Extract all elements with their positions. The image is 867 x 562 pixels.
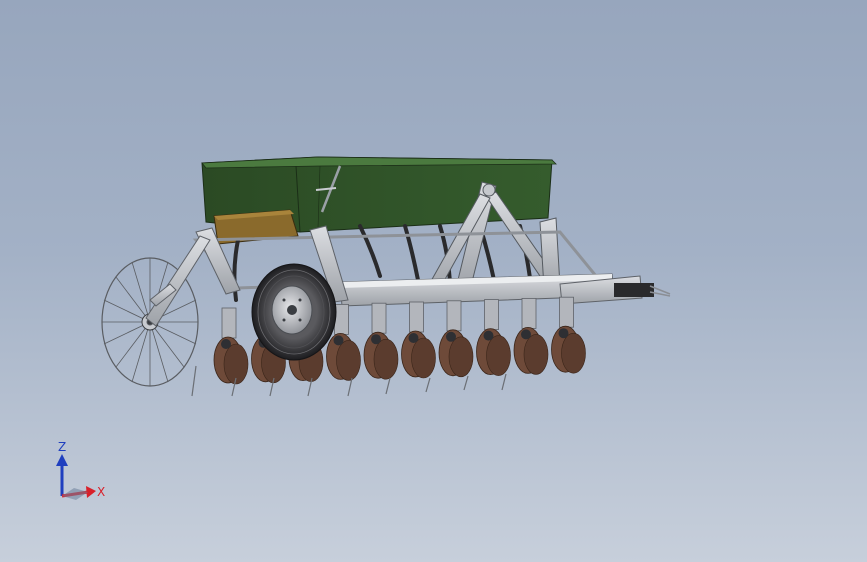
- orientation-triad: Z X: [56, 440, 105, 500]
- press-disc[interactable]: [213, 307, 249, 385]
- press-disc[interactable]: [551, 296, 586, 374]
- seed-drill-3d-model[interactable]: [0, 0, 867, 562]
- cad-viewport[interactable]: Z X: [0, 0, 867, 562]
- triad-origin-plane: [62, 488, 88, 500]
- press-disc[interactable]: [363, 302, 399, 380]
- marker-arm[interactable]: [145, 235, 211, 327]
- x-axis-label: X: [97, 485, 105, 499]
- z-axis-label: Z: [58, 440, 66, 454]
- press-disc[interactable]: [513, 297, 549, 375]
- press-disc[interactable]: [438, 300, 474, 378]
- press-disc[interactable]: [401, 301, 436, 379]
- press-disc[interactable]: [476, 299, 511, 376]
- gauge-wheel[interactable]: [251, 263, 337, 361]
- z-axis-arrow-icon: [56, 454, 68, 466]
